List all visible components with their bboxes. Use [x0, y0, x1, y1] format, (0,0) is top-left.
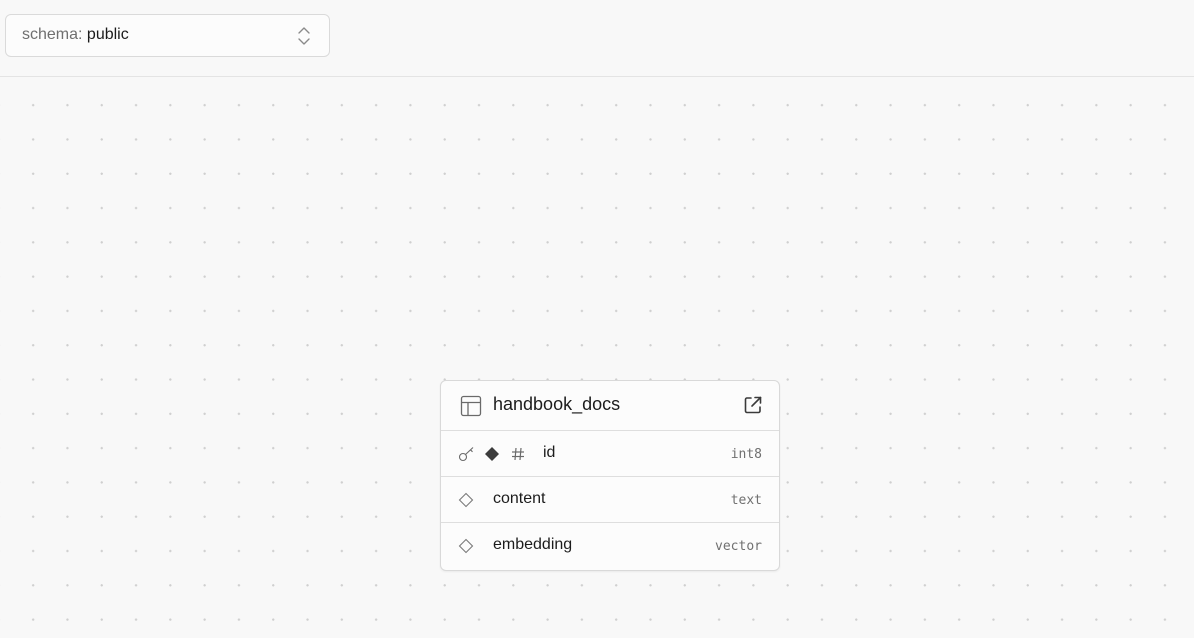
column-type: vector: [715, 539, 762, 554]
diamond-filled-icon: [485, 447, 499, 461]
table-node-header: handbook_docs: [441, 381, 779, 431]
key-icon: [458, 447, 474, 462]
chevron-up-down-icon: [298, 27, 310, 45]
diamond-outline-icon: [458, 538, 474, 554]
table-name: handbook_docs: [493, 394, 621, 414]
schema-value: public: [86, 26, 129, 43]
column-name: id: [543, 444, 556, 461]
column-row-embedding[interactable]: embedding vector: [441, 523, 779, 570]
column-name: embedding: [493, 536, 573, 553]
column-name: content: [493, 490, 546, 507]
diamond-outline-icon: [458, 492, 474, 508]
column-row-content[interactable]: content text: [441, 477, 779, 523]
table-icon: [460, 395, 482, 417]
schema-selector-label: schema: public: [22, 26, 129, 44]
schema-selector[interactable]: schema: public: [5, 14, 330, 57]
hash-icon: [512, 447, 524, 461]
toolbar: schema: public: [0, 0, 1194, 77]
column-type: text: [730, 493, 762, 508]
column-row-id[interactable]: id int8: [441, 431, 779, 477]
table-node-handbook-docs[interactable]: handbook_docs id int8 content text embed…: [440, 380, 780, 571]
schema-prefix: schema:: [22, 26, 87, 43]
external-link-icon[interactable]: [743, 395, 763, 415]
column-type: int8: [730, 447, 762, 462]
